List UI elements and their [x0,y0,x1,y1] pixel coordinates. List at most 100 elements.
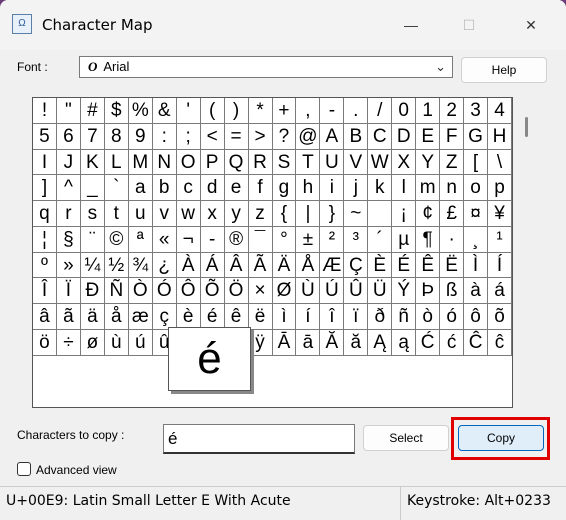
character-cell[interactable]: g [272,175,297,201]
character-cell[interactable]: £ [440,201,465,227]
character-cell[interactable]: ° [272,226,297,253]
character-cell[interactable]: ¾ [128,252,153,279]
character-grid[interactable]: ! " # $% & '() * +, -./0 1 2 3 4 5 6 7 8 9:; < = >? @ A B C D E F G H… [32,97,513,408]
character-cell[interactable]: Ä [272,252,297,279]
character-cell[interactable]: ` [104,175,129,201]
scrollbar-thumb[interactable] [525,117,528,137]
character-cell[interactable]: s [80,201,105,227]
character-cell[interactable]: ă [344,329,369,356]
character-cell[interactable]: î [320,304,345,330]
character-cell[interactable]: Æ [320,252,345,279]
character-cell[interactable]: © [104,226,129,253]
character-cell[interactable]: - [320,98,345,124]
character-cell[interactable]: 5 [33,123,57,150]
character-cell[interactable]: ą [392,329,417,356]
character-cell[interactable]: ç [152,304,177,330]
character-cell[interactable]: j [344,175,369,201]
character-cell[interactable]: Ĉ [464,329,489,356]
character-cell[interactable]: à [464,278,489,304]
character-cell[interactable]: u [128,201,153,227]
character-cell[interactable]: í [296,304,321,330]
character-cell[interactable]: L [104,149,129,176]
character-cell[interactable]: ? [272,123,297,150]
character-cell[interactable]: á [488,278,512,304]
character-cell[interactable]: I [33,149,57,176]
character-cell[interactable]: 6 [56,123,81,150]
character-cell[interactable]: - [200,226,225,253]
character-cell[interactable]: ā [296,329,321,356]
character-cell[interactable]: é [200,304,225,330]
character-cell[interactable]: Ą [368,329,393,356]
character-cell[interactable]: ñ [392,304,417,330]
character-cell[interactable]: ÷ [56,329,81,356]
character-cell[interactable]: 8 [104,123,129,150]
character-cell[interactable]: è [176,304,201,330]
character-cell[interactable]: A [320,123,345,150]
character-cell[interactable]: ¦ [33,226,57,253]
character-cell[interactable]: Þ [416,278,441,304]
characters-to-copy-input[interactable]: é [163,424,355,454]
character-cell[interactable]: Ø [272,278,297,304]
character-cell[interactable]: æ [128,304,153,330]
character-cell[interactable]: ÿ [248,329,273,356]
character-cell[interactable]: Á [200,252,225,279]
character-cell[interactable]: y [224,201,249,227]
character-cell[interactable]: ³ [344,226,369,253]
character-cell[interactable]: t [104,201,129,227]
character-cell[interactable]: ò [416,304,441,330]
character-cell[interactable]: n [440,175,465,201]
character-cell[interactable]: º [33,252,57,279]
character-cell[interactable]: V [344,149,369,176]
character-cell[interactable]: Ć [416,329,441,356]
character-cell[interactable]: $ [104,98,129,124]
character-cell[interactable]: ĉ [488,329,512,356]
character-cell[interactable]: õ [488,304,512,330]
minimize-button[interactable]: — [396,10,426,40]
character-cell[interactable]: Å [296,252,321,279]
character-cell[interactable]: U [320,149,345,176]
character-cell[interactable]: Ã [248,252,273,279]
character-cell[interactable]: ã [56,304,81,330]
character-cell[interactable]: l [392,175,417,201]
character-cell[interactable]: \ [488,149,512,176]
character-cell[interactable]: v [152,201,177,227]
character-cell[interactable]: å [104,304,129,330]
character-cell[interactable]: f [248,175,273,201]
character-cell[interactable]: × [248,278,273,304]
character-cell[interactable]: C [368,123,393,150]
character-cell[interactable] [368,201,393,227]
character-cell[interactable]: , [296,98,321,124]
character-cell[interactable]: Ê [416,252,441,279]
character-cell[interactable]: X [392,149,417,176]
character-cell[interactable]: { [272,201,297,227]
character-cell[interactable]: E [416,123,441,150]
character-cell[interactable]: J [56,149,81,176]
character-cell[interactable]: ^ [56,175,81,201]
character-cell[interactable]: Ù [296,278,321,304]
character-cell[interactable]: / [368,98,393,124]
character-cell[interactable]: @ [296,123,321,150]
character-cell[interactable]: T [296,149,321,176]
character-cell[interactable]: a [128,175,153,201]
character-cell[interactable]: m [416,175,441,201]
character-cell[interactable]: ¯ [248,226,273,253]
character-cell[interactable]: Ð [80,278,105,304]
character-cell[interactable]: ¢ [416,201,441,227]
character-cell[interactable]: · [440,226,465,253]
character-cell[interactable]: ª [128,226,153,253]
character-cell[interactable]: È [368,252,393,279]
character-cell[interactable]: [ [464,149,489,176]
character-cell[interactable]: ê [224,304,249,330]
character-cell[interactable]: 4 [488,98,512,124]
character-cell[interactable]: 3 [464,98,489,124]
character-cell[interactable]: ¡ [392,201,417,227]
character-cell[interactable]: } [320,201,345,227]
character-cell[interactable]: ¨ [80,226,105,253]
character-cell[interactable]: ä [80,304,105,330]
character-cell[interactable]: > [248,123,273,150]
character-cell[interactable]: 9 [128,123,153,150]
character-cell[interactable]: ® [224,226,249,253]
character-cell[interactable]: ! [33,98,57,124]
character-cell[interactable]: ë [248,304,273,330]
character-cell[interactable]: b [152,175,177,201]
